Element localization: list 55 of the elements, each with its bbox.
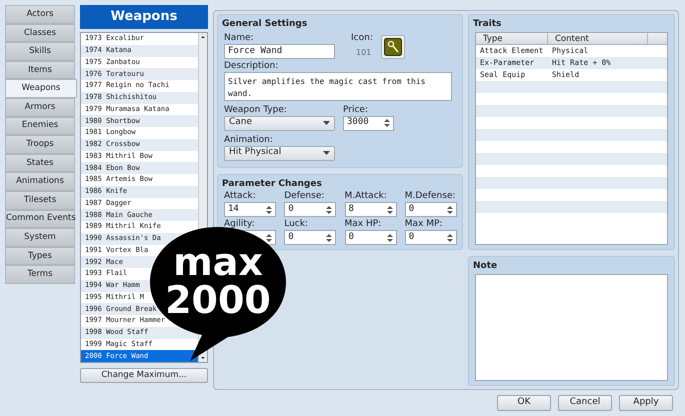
section-title: Parameter Changes — [222, 178, 323, 190]
number-field[interactable]: 14 — [224, 202, 276, 217]
section-title: General Settings — [222, 18, 308, 31]
nav-tab[interactable]: System — [5, 228, 75, 247]
nav-tab[interactable]: Types — [5, 246, 75, 266]
number-field[interactable]: 0 — [284, 230, 336, 245]
callout-text: max — [173, 243, 263, 281]
dialog-button[interactable]: Apply — [619, 395, 673, 411]
dropdown[interactable]: Hit Physical — [224, 146, 335, 160]
number-field[interactable]: 0 — [404, 202, 457, 217]
nav-tab[interactable]: Items — [5, 60, 75, 80]
name-field[interactable]: Force Wand — [224, 44, 335, 58]
dialog-button[interactable]: OK — [497, 395, 551, 411]
nav-tab[interactable]: Troops — [5, 135, 75, 154]
list-title: Weapons — [80, 5, 208, 29]
nav-tab[interactable]: Skills — [5, 42, 75, 61]
field-label: Description: — [224, 60, 280, 72]
number-field[interactable]: 8 — [344, 202, 396, 217]
nav-tab[interactable]: Animations — [5, 172, 75, 191]
nav-tab[interactable]: States — [5, 154, 75, 172]
field-label: Luck: — [284, 219, 310, 230]
field-label: Attack: — [224, 191, 257, 202]
column-header[interactable]: Type — [476, 32, 548, 44]
nav-tab[interactable]: Weapons — [5, 79, 77, 98]
field-label: Agility: — [224, 219, 256, 230]
field-label: Price: — [343, 104, 369, 116]
field-label: Max HP: — [344, 219, 382, 230]
dialog-button[interactable]: Cancel — [558, 395, 612, 411]
field-label: Icon: — [351, 32, 373, 44]
nav-tab[interactable]: Classes — [5, 24, 75, 42]
change-maximum-button[interactable]: Change Maximum... — [80, 368, 208, 383]
field-label: Weapon Type: — [224, 104, 288, 116]
nav-tab[interactable]: Tilesets — [5, 190, 75, 210]
callout-text: 2000 — [165, 281, 271, 319]
description-field[interactable]: Silver amplifies the magic cast from this wand. — [224, 72, 452, 100]
field-label: Max MP: — [404, 219, 444, 230]
dropdown[interactable]: Cane — [224, 116, 335, 130]
nav-tab[interactable]: Terms — [5, 265, 75, 284]
field-label: Defense: — [284, 191, 326, 202]
nav-tab[interactable]: Armors — [5, 98, 75, 117]
column-header[interactable]: Content — [548, 32, 648, 44]
section-title: Traits — [473, 18, 502, 31]
nav-tab[interactable]: Enemies — [5, 116, 75, 136]
section-title: Note — [473, 260, 498, 273]
nav-tab[interactable]: Actors — [5, 5, 75, 24]
number-field[interactable]: 0 — [344, 230, 396, 245]
field-label: M.Defense: — [404, 191, 457, 202]
field-label: Animation: — [224, 134, 274, 146]
field-label: M.Attack: — [344, 191, 388, 202]
number-field[interactable]: 0 — [404, 230, 457, 245]
nav-tab[interactable]: Common Events — [5, 210, 75, 228]
number-field[interactable]: 0 — [284, 202, 336, 217]
icon-index: 101 — [355, 46, 372, 58]
number-field[interactable]: 3000 — [343, 116, 394, 130]
field-label: Name: — [224, 32, 255, 44]
